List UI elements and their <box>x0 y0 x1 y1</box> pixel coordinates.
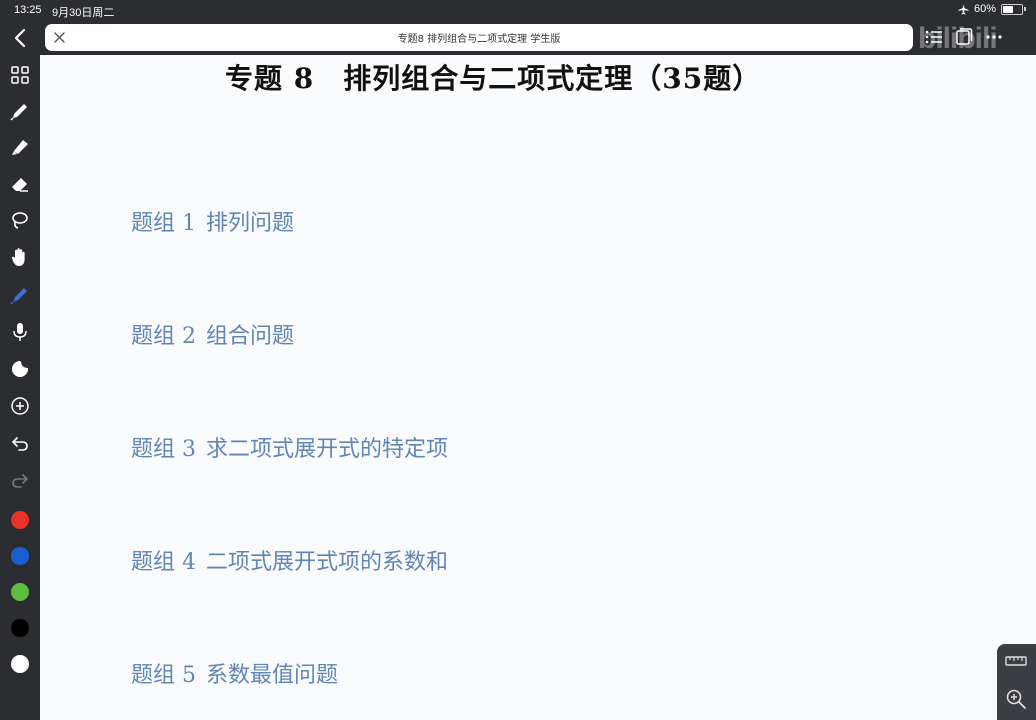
status-date: 9月30日周二 <box>52 7 115 19</box>
group-label: 题组 1 <box>131 211 196 236</box>
group-label: 题组 5 <box>131 663 196 688</box>
add-icon[interactable] <box>9 395 31 417</box>
highlighter-icon[interactable] <box>9 136 31 158</box>
group-label: 题组 3 <box>131 437 196 462</box>
group-title: 组合问题 <box>206 324 295 349</box>
document-title-bar: 专题8 排列组合与二项式定理 学生版 <box>45 24 913 51</box>
left-toolbar <box>0 56 40 720</box>
color-swatch[interactable] <box>11 511 29 529</box>
battery-tip <box>1024 7 1026 11</box>
group-item: 题组 4 二项式展开式项的系数和 <box>131 544 448 576</box>
color-swatch[interactable] <box>11 547 29 565</box>
marker-icon[interactable] <box>9 284 31 306</box>
eraser-icon[interactable] <box>9 173 31 195</box>
group-title: 排列问题 <box>206 211 295 236</box>
group-title: 二项式展开式项的系数和 <box>206 550 449 575</box>
hand-icon[interactable] <box>9 246 31 268</box>
status-bar: 13:25 9月30日周二 60% <box>0 0 1036 20</box>
list-icon[interactable] <box>924 26 944 48</box>
group-item: 题组 1 排列问题 <box>131 205 294 237</box>
sticker-icon[interactable] <box>9 358 31 380</box>
group-item: 题组 2 组合问题 <box>131 318 294 350</box>
group-label: 题组 4 <box>131 550 196 575</box>
color-swatch[interactable] <box>11 619 29 637</box>
page-heading: 专题 8 排列组合与二项式定理（35题） <box>225 62 762 95</box>
battery-percent: 60% <box>973 3 996 15</box>
group-title: 求二项式展开式的特定项 <box>206 437 449 462</box>
zoom-in-icon[interactable] <box>1005 688 1027 710</box>
pages-icon[interactable] <box>954 26 974 48</box>
status-indicators: 60% <box>958 3 1026 15</box>
view-controls <box>997 644 1036 720</box>
back-icon[interactable] <box>10 26 32 50</box>
group-item: 题组 3 求二项式展开式的特定项 <box>131 431 448 463</box>
color-swatch[interactable] <box>11 583 29 601</box>
airplane-icon <box>958 3 969 15</box>
ruler-icon[interactable] <box>1005 650 1027 672</box>
document-page: 专题 8 排列组合与二项式定理（35题） 题组 1 排列问题 题组 2 组合问题 题组 … <box>40 55 1036 720</box>
grid-icon[interactable] <box>9 64 31 86</box>
lasso-icon[interactable] <box>9 209 31 231</box>
undo-icon[interactable] <box>9 432 31 454</box>
group-item: 题组 5 系数最值问题 <box>131 657 338 689</box>
pen-icon[interactable] <box>9 100 31 122</box>
more-icon[interactable] <box>984 26 1004 48</box>
top-right-actions <box>924 26 1004 48</box>
battery-icon <box>1001 3 1023 15</box>
group-title: 系数最值问题 <box>206 663 339 688</box>
document-title: 专题8 排列组合与二项式定理 学生版 <box>397 34 561 45</box>
color-swatch[interactable] <box>11 655 29 673</box>
redo-icon[interactable] <box>9 469 31 491</box>
microphone-icon[interactable] <box>9 321 31 343</box>
status-time: 13:25 <box>14 4 42 16</box>
group-label: 题组 2 <box>131 324 196 349</box>
battery-level <box>1003 5 1013 13</box>
